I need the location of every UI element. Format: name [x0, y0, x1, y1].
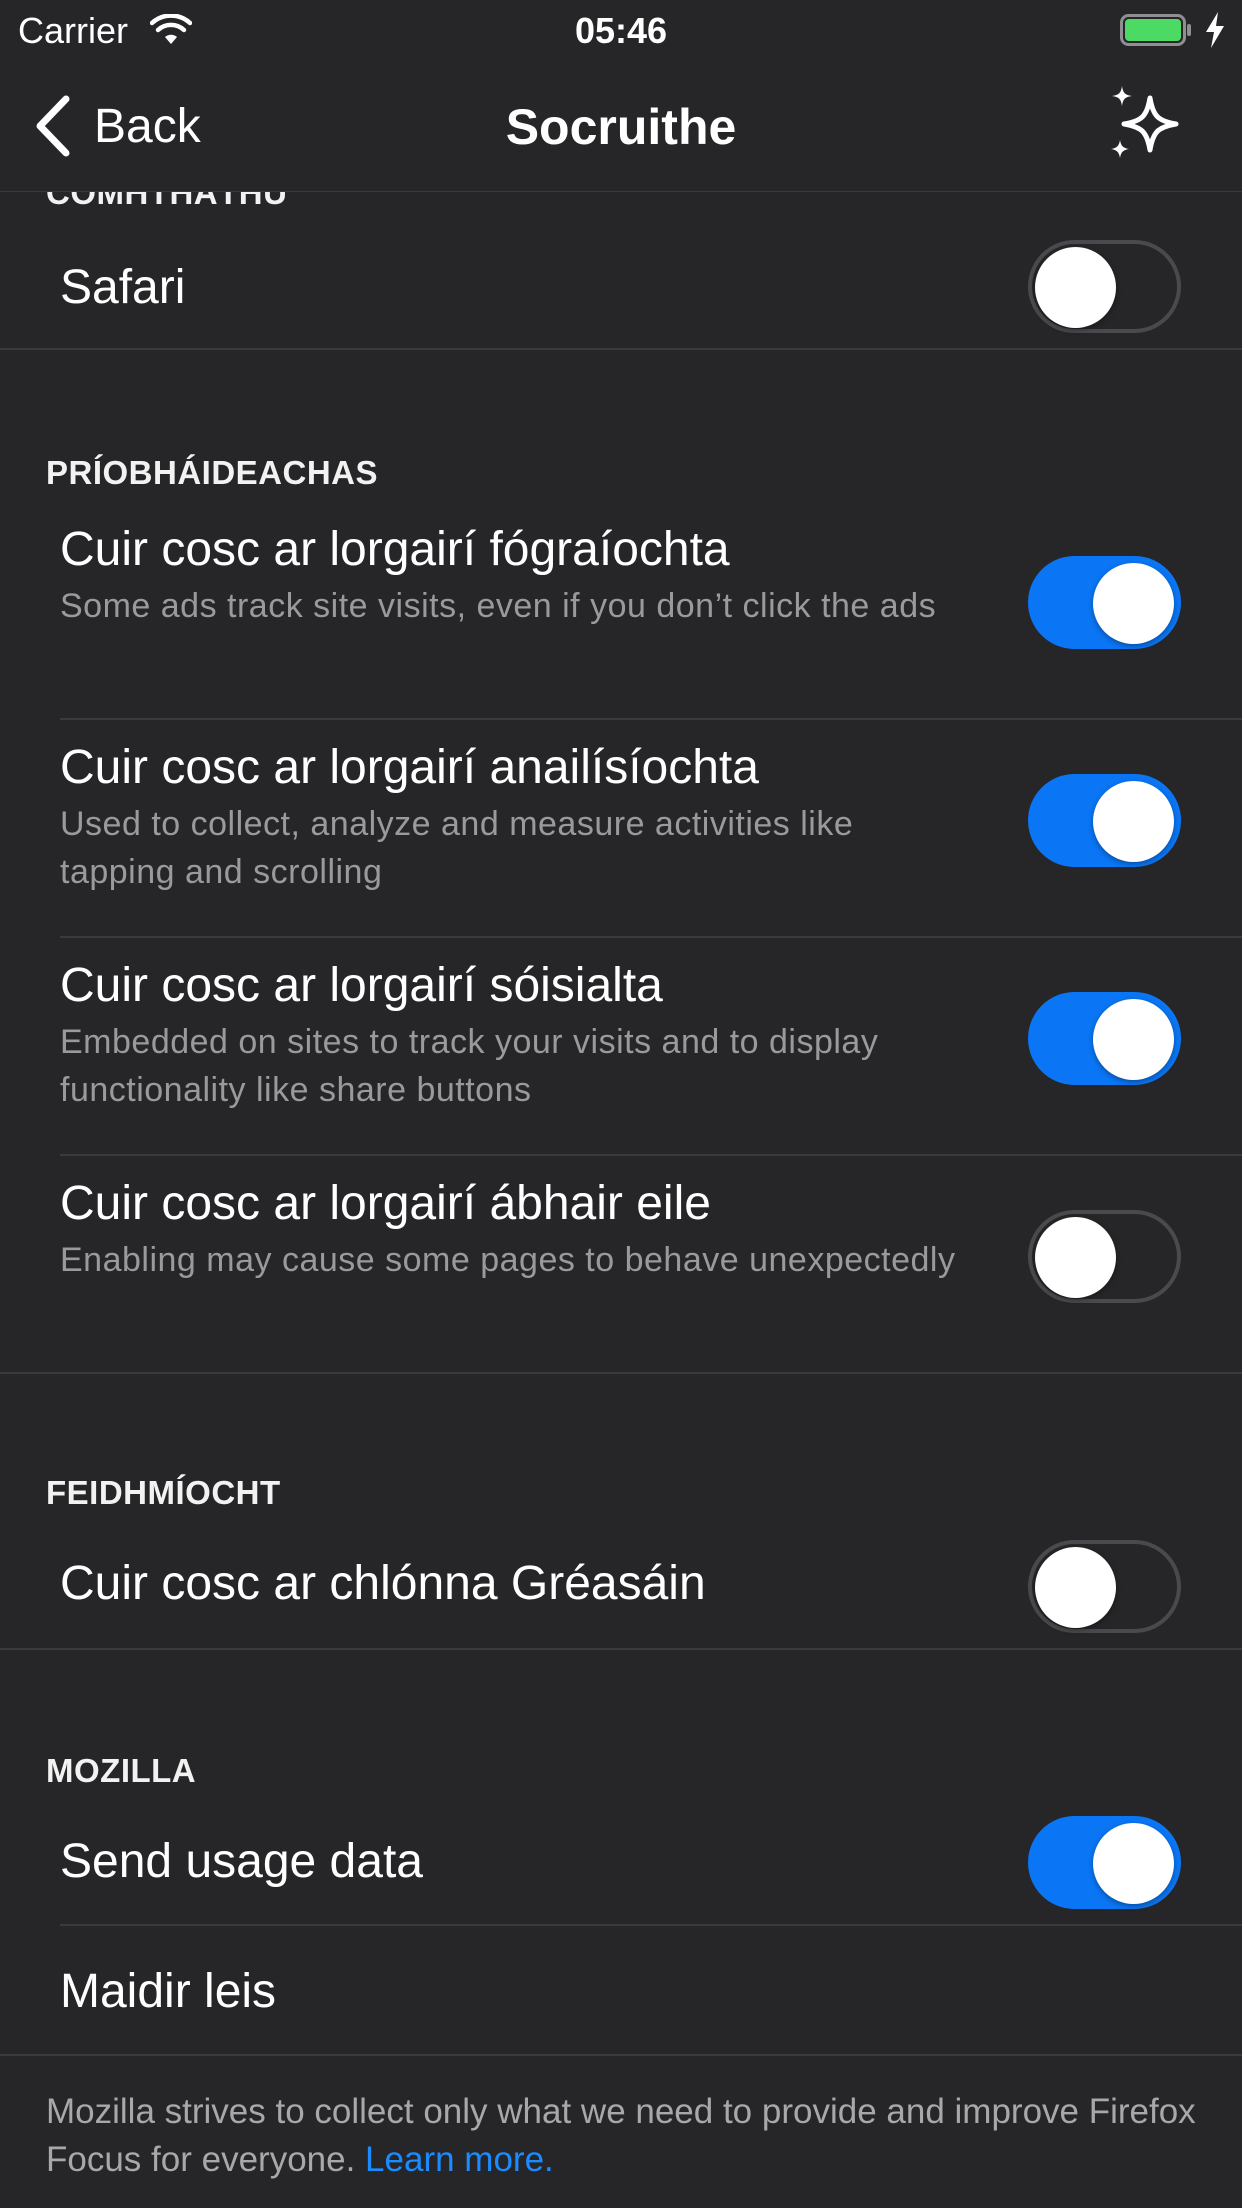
analytics-trackers-toggle[interactable]	[1028, 774, 1181, 867]
status-bar: Carrier 05:46	[0, 0, 1242, 60]
separator	[60, 1154, 1242, 1156]
setting-row-usage-data: Send usage data	[0, 1806, 1242, 1922]
page-title: Socruithe	[505, 99, 737, 155]
status-time: 05:46	[574, 10, 668, 51]
social-trackers-toggle[interactable]	[1028, 992, 1181, 1085]
footer-description: Mozilla strives to collect only what we …	[46, 2092, 1196, 2179]
setting-row-ad-trackers: Cuir cosc ar lorgairí fógraíochta Some a…	[0, 510, 1242, 710]
section-header-privacy: PRÍOBHÁIDEACHAS	[46, 454, 379, 491]
setting-subtitle: Enabling may cause some pages to behave …	[60, 1241, 956, 1279]
setting-title: Cuir cosc ar lorgairí anailísíochta	[60, 741, 759, 794]
about-link[interactable]: Maidir leis	[60, 1964, 276, 2019]
separator	[0, 2054, 1242, 2056]
toggle-knob	[1093, 999, 1174, 1080]
settings-screen: Carrier 05:46 Back Socruithe COMHTHÁTHÚ …	[0, 0, 1242, 2208]
charging-bolt-icon	[1206, 12, 1224, 48]
navigation-bar: Back Socruithe	[0, 60, 1242, 192]
setting-subtitle: Used to collect, analyze and measure act…	[60, 805, 854, 891]
separator	[0, 348, 1242, 350]
setting-row-social-trackers: Cuir cosc ar lorgairí sóisialta Embedded…	[0, 946, 1242, 1146]
setting-row-analytics-trackers: Cuir cosc ar lorgairí anailísíochta Used…	[0, 728, 1242, 928]
setting-title: Cuir cosc ar lorgairí sóisialta	[60, 959, 663, 1012]
setting-row-safari: Safari	[0, 232, 1242, 346]
setting-row-other-trackers: Cuir cosc ar lorgairí ábhair eile Enabli…	[0, 1164, 1242, 1364]
setting-title: Cuir cosc ar lorgairí fógraíochta	[60, 523, 730, 576]
separator	[0, 1648, 1242, 1650]
setting-title: Safari	[60, 261, 186, 314]
toggle-knob	[1093, 781, 1174, 862]
web-fonts-toggle[interactable]	[1028, 1540, 1181, 1633]
setting-title: Send usage data	[60, 1835, 423, 1888]
section-header-performance: FEIDHMÍOCHT	[46, 1474, 281, 1511]
settings-list[interactable]: COMHTHÁTHÚ Safari PRÍOBHÁIDEACHAS Cuir c…	[0, 192, 1242, 2208]
setting-row-about[interactable]: Maidir leis	[0, 1926, 1242, 2052]
separator	[0, 1372, 1242, 1374]
learn-more-link[interactable]: Learn more.	[365, 2140, 554, 2179]
section-header-integration: COMHTHÁTHÚ	[46, 192, 288, 211]
toggle-knob	[1035, 1217, 1116, 1298]
setting-row-web-fonts: Cuir cosc ar chlónna Gréasáin	[0, 1530, 1242, 1646]
battery-icon	[1120, 14, 1191, 46]
toggle-knob	[1093, 563, 1174, 644]
setting-subtitle: Embedded on sites to track your visits a…	[60, 1023, 879, 1109]
sparkle-icon[interactable]	[1106, 84, 1186, 164]
other-trackers-toggle[interactable]	[1028, 1210, 1181, 1303]
toggle-knob	[1093, 1823, 1174, 1904]
separator	[60, 718, 1242, 720]
footer-text: Mozilla strives to collect only what we …	[46, 2088, 1196, 2184]
ad-trackers-toggle[interactable]	[1028, 556, 1181, 649]
separator	[60, 936, 1242, 938]
toggle-knob	[1035, 1547, 1116, 1628]
setting-subtitle: Some ads track site visits, even if you …	[60, 587, 937, 625]
usage-data-toggle[interactable]	[1028, 1816, 1181, 1909]
safari-toggle[interactable]	[1028, 240, 1181, 333]
section-header-mozilla: MOZILLA	[46, 1752, 197, 1789]
setting-title: Cuir cosc ar lorgairí ábhair eile	[60, 1177, 711, 1230]
setting-title: Cuir cosc ar chlónna Gréasáin	[60, 1557, 706, 1610]
toggle-knob	[1035, 247, 1116, 328]
